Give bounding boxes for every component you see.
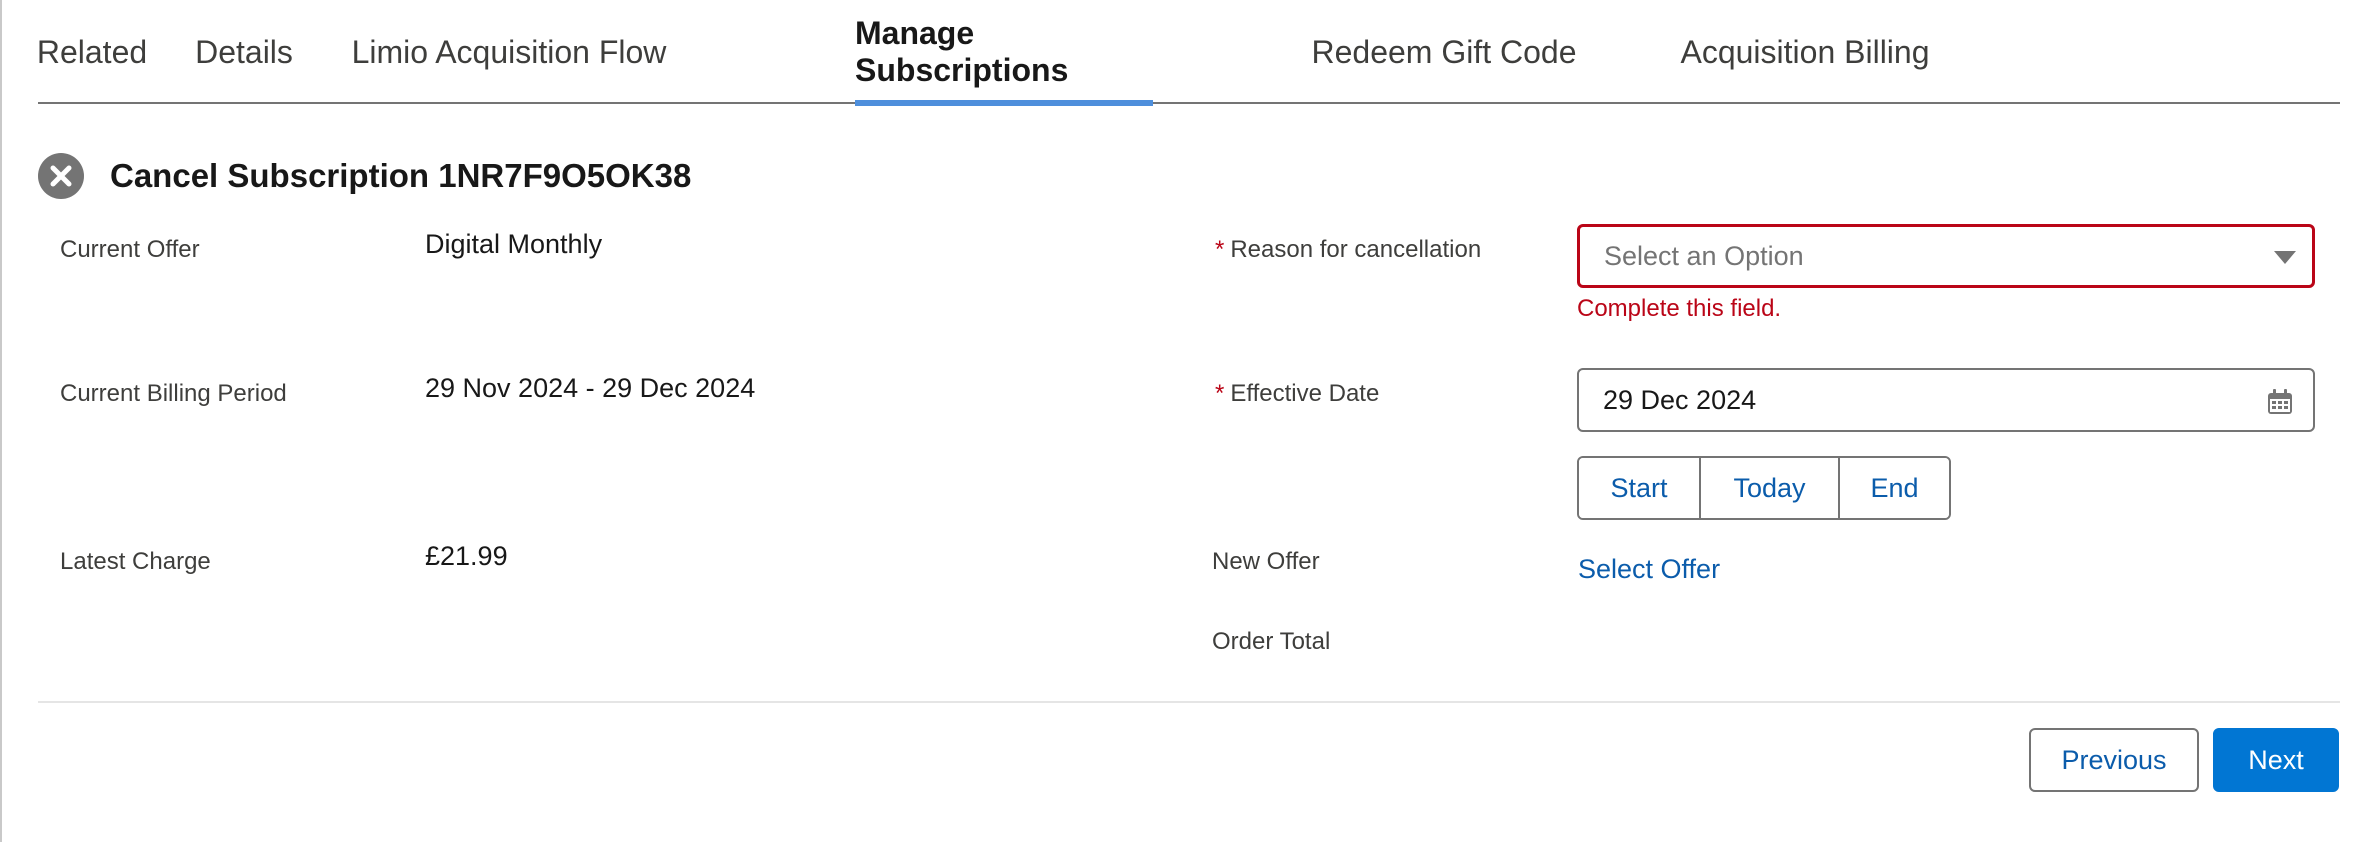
next-button[interactable]: Next: [2213, 728, 2339, 792]
effective-date-label-text: Effective Date: [1230, 380, 1380, 407]
effective-date-value: 29 Dec 2024: [1603, 384, 1757, 415]
current-offer-value: Digital Monthly: [425, 229, 603, 259]
tab-bar: Related Details Limio Acquisition Flow M…: [37, 0, 2340, 106]
footer-divider: [38, 701, 2340, 703]
reason-label-text: Reason for cancellation: [1230, 236, 1482, 263]
new-offer-label: New Offer: [1212, 548, 1320, 575]
page-title: Cancel Subscription 1NR7F9O5OK38: [110, 157, 692, 194]
end-button[interactable]: End: [1840, 458, 1949, 518]
billing-period-label: Current Billing Period: [60, 380, 287, 407]
tab-redeem-gift-code[interactable]: Redeem Gift Code: [1310, 0, 1578, 104]
order-total-label: Order Total: [1212, 628, 1331, 655]
caret-down-icon: [2274, 251, 2296, 264]
tab-related[interactable]: Related: [37, 0, 147, 104]
tab-acquisition-billing[interactable]: Acquisition Billing: [1676, 0, 1934, 104]
start-button[interactable]: Start: [1579, 458, 1701, 518]
page-header: Cancel Subscription 1NR7F9O5OK38: [38, 152, 691, 200]
calendar-icon[interactable]: [2267, 389, 2293, 422]
current-offer-label: Current Offer: [60, 236, 200, 263]
previous-button[interactable]: Previous: [2029, 728, 2199, 792]
effective-date-input[interactable]: 29 Dec 2024: [1577, 368, 2315, 432]
effective-date-label: * Effective Date: [1215, 380, 1379, 408]
reason-label: * Reason for cancellation: [1215, 236, 1481, 264]
billing-period-value: 29 Nov 2024 - 29 Dec 2024: [425, 373, 756, 403]
close-circle-icon: [38, 153, 84, 199]
reason-combobox[interactable]: Select an Option: [1577, 224, 2315, 288]
required-marker: *: [1215, 236, 1225, 263]
tab-details[interactable]: Details: [195, 0, 293, 104]
latest-charge-value: £21.99: [425, 541, 508, 571]
date-shortcut-button-group: Start Today End: [1577, 456, 1951, 520]
latest-charge-label: Latest Charge: [60, 548, 211, 575]
reason-error-message: Complete this field.: [1577, 295, 1782, 322]
today-button[interactable]: Today: [1701, 458, 1840, 518]
tab-manage-subscriptions[interactable]: Manage Subscriptions: [855, 0, 1153, 106]
select-offer-link[interactable]: Select Offer: [1578, 554, 1720, 585]
manage-subscriptions-page: Related Details Limio Acquisition Flow M…: [0, 0, 2368, 842]
tab-limio-acquisition-flow[interactable]: Limio Acquisition Flow: [342, 0, 676, 104]
reason-placeholder: Select an Option: [1604, 240, 1804, 271]
required-marker: *: [1215, 380, 1225, 407]
